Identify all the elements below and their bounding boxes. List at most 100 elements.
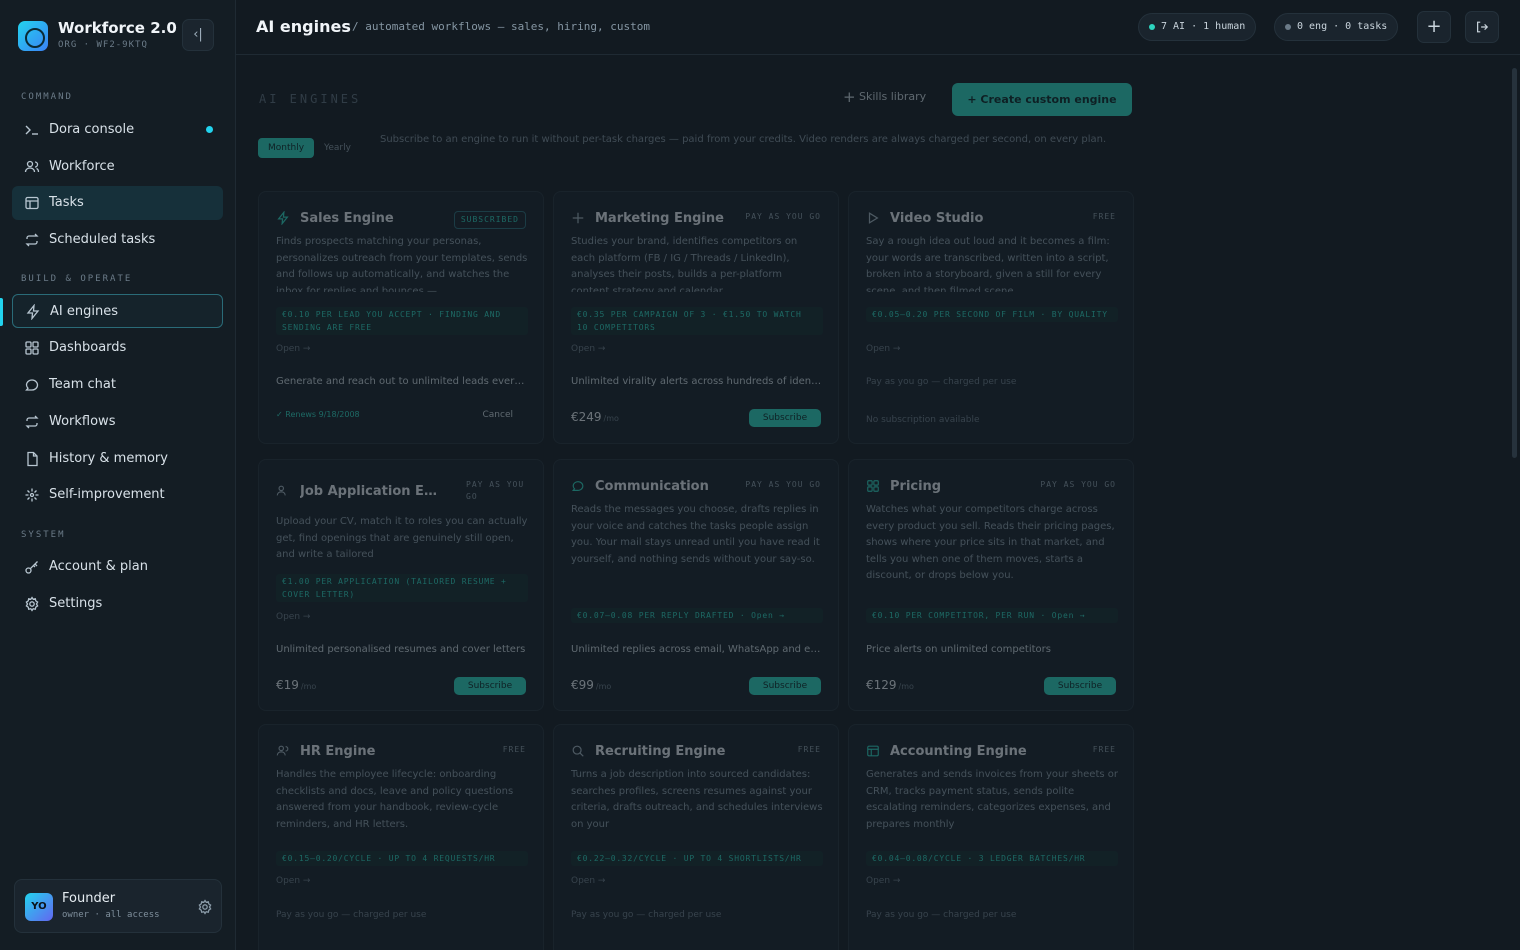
engine-pricing: €0.15–0.20/CYCLE · UP TO 4 REQUESTS/HR bbox=[276, 851, 528, 866]
open-link[interactable]: Open → bbox=[276, 612, 310, 622]
skills-library-button[interactable]: Skills library bbox=[843, 88, 926, 110]
sidebar-item-scheduled-tasks[interactable]: Scheduled tasks bbox=[12, 223, 223, 257]
billing-monthly-tab[interactable]: Monthly bbox=[258, 138, 315, 158]
engine-description: Watches what your competitors charge acr… bbox=[866, 504, 1115, 581]
collapse-sidebar-button[interactable]: ‹| bbox=[182, 19, 214, 51]
logout-button[interactable] bbox=[1465, 11, 1499, 43]
sidebar-item-label: Workforce bbox=[49, 159, 115, 174]
user-card[interactable]: YO Founder owner · all access bbox=[14, 879, 222, 933]
engine-description: Generates and sends invoices from your s… bbox=[866, 769, 1118, 830]
sidebar-item-workforce[interactable]: Workforce bbox=[12, 150, 223, 184]
status-badge-engines: 0 eng · 0 tasks bbox=[1274, 13, 1399, 41]
status-dot bbox=[206, 126, 213, 133]
sidebar-item-self-improvement[interactable]: Self-improvement bbox=[12, 478, 223, 512]
search-icon bbox=[571, 744, 585, 758]
status-badge: FREE bbox=[502, 745, 526, 754]
open-link[interactable]: Open → bbox=[276, 344, 310, 354]
scrollbar[interactable] bbox=[1512, 62, 1517, 942]
sidebar-item-team-chat[interactable]: Team chat bbox=[12, 368, 223, 402]
create-custom-engine-button[interactable]: + Create custom engine bbox=[952, 83, 1132, 116]
main-content: AI ENGINES Skills library + Create custo… bbox=[236, 56, 1520, 950]
page-title: AI engines bbox=[256, 17, 351, 36]
open-link[interactable]: Open → bbox=[571, 876, 605, 886]
section-label-build-operate: BUILD & OPERATE bbox=[21, 274, 133, 284]
section-label-command: COMMAND bbox=[21, 92, 73, 102]
play-icon bbox=[866, 211, 880, 225]
engine-title: Communication bbox=[595, 479, 709, 494]
sidebar-item-dashboards[interactable]: Dashboards bbox=[12, 331, 223, 365]
engine-card-hr[interactable]: HR Engine FREE Handles the employee life… bbox=[258, 724, 544, 950]
open-link[interactable]: Open → bbox=[866, 344, 900, 354]
sidebar-item-settings[interactable]: Settings bbox=[12, 587, 223, 621]
bolt-icon bbox=[25, 304, 41, 320]
engine-title: HR Engine bbox=[300, 744, 376, 759]
subscribe-button[interactable]: Subscribe bbox=[1044, 677, 1116, 695]
sidebar-item-history-memory[interactable]: History & memory bbox=[12, 442, 223, 476]
engine-card-sales[interactable]: Sales Engine SUBSCRIBED Finds prospects … bbox=[258, 191, 544, 444]
engine-price: €99/mo bbox=[571, 678, 611, 692]
grid-icon bbox=[866, 479, 880, 493]
grid-icon bbox=[24, 340, 40, 356]
price-period: /mo bbox=[300, 682, 317, 691]
engine-pricing: €0.05–0.20 PER SECOND OF FILM · BY QUALI… bbox=[866, 307, 1118, 322]
engine-card-job-application[interactable]: Job Application En... PAY AS YOU GO Uplo… bbox=[258, 459, 544, 711]
open-link[interactable]: Open → bbox=[276, 876, 310, 886]
sidebar-item-account-plan[interactable]: Account & plan bbox=[12, 550, 223, 584]
sidebar-item-label: Account & plan bbox=[49, 559, 148, 574]
brand-title: Workforce 2.0 bbox=[58, 19, 177, 37]
subscribe-button[interactable]: Subscribe bbox=[749, 677, 821, 695]
engine-feature: Unlimited personalised resumes and cover… bbox=[276, 644, 526, 655]
repeat-icon bbox=[24, 232, 40, 248]
sidebar-item-label: Dora console bbox=[49, 122, 135, 137]
scrollbar-thumb[interactable] bbox=[1512, 68, 1517, 458]
engine-card-communication[interactable]: Communication PAY AS YOU GO Reads the me… bbox=[553, 459, 839, 711]
table-icon bbox=[866, 744, 880, 758]
terminal-icon bbox=[24, 122, 40, 138]
add-button[interactable]: + bbox=[1417, 11, 1451, 43]
plus-icon: + bbox=[1426, 16, 1442, 37]
open-link[interactable]: Open → bbox=[866, 876, 900, 886]
billing-info: Subscribe to an engine to run it without… bbox=[380, 134, 1107, 145]
sidebar-item-tasks[interactable]: Tasks bbox=[12, 186, 223, 220]
sidebar-item-dora-console[interactable]: Dora console bbox=[12, 113, 223, 147]
engine-price: €19/mo bbox=[276, 678, 316, 692]
repeat-icon bbox=[24, 414, 40, 430]
subscribe-button[interactable]: Subscribe bbox=[749, 409, 821, 427]
open-link[interactable]: Open → bbox=[571, 344, 605, 354]
renewal-status: ✓ Renews 9/18/2008 bbox=[276, 410, 360, 419]
billing-yearly-tab[interactable]: Yearly bbox=[314, 138, 361, 158]
sidebar-item-ai-engines[interactable]: AI engines bbox=[12, 294, 223, 328]
section-label-system: SYSTEM bbox=[21, 530, 66, 540]
engine-card-marketing[interactable]: Marketing Engine PAY AS YOU GO Studies y… bbox=[553, 191, 839, 444]
engine-pricing: €0.35 PER CAMPAIGN OF 3 · €1.50 TO WATCH… bbox=[571, 307, 823, 335]
engine-feature: Unlimited replies across email, WhatsApp… bbox=[571, 644, 823, 655]
billing-toggle: Monthly Yearly bbox=[258, 138, 361, 158]
engine-card-recruiting[interactable]: Recruiting Engine FREE Turns a job descr… bbox=[553, 724, 839, 950]
engine-price: €249/mo bbox=[571, 410, 619, 424]
engine-card-accounting[interactable]: Accounting Engine FREE Generates and sen… bbox=[848, 724, 1134, 950]
status-badge: FREE bbox=[797, 745, 821, 754]
status-badge: PAY AS YOU GO bbox=[745, 480, 821, 489]
billing-note: Pay as you go — charged per use bbox=[276, 910, 427, 920]
price-period: /mo bbox=[898, 682, 914, 691]
engine-pricing: €0.10 PER COMPETITOR, PER RUN · Open → bbox=[866, 608, 1118, 623]
engine-pricing: €0.10 PER LEAD YOU ACCEPT · FINDING AND … bbox=[276, 307, 528, 335]
gear-icon[interactable] bbox=[197, 899, 213, 915]
sidebar-item-label: AI engines bbox=[50, 304, 118, 319]
status-badge: PAY AS YOU GO bbox=[745, 212, 821, 221]
sidebar-item-label: Settings bbox=[49, 596, 103, 611]
user-role: owner · all access bbox=[62, 910, 160, 920]
bolt-icon bbox=[276, 211, 290, 225]
breadcrumb: / automated workflows — sales, hiring, c… bbox=[352, 20, 651, 33]
subscribe-button[interactable]: Subscribe bbox=[454, 677, 526, 695]
sidebar-item-workflows[interactable]: Workflows bbox=[12, 405, 223, 439]
cancel-button[interactable]: Cancel bbox=[483, 410, 514, 420]
billing-note: Pay as you go — charged per use bbox=[571, 910, 722, 920]
sidebar-item-label: Team chat bbox=[49, 377, 116, 392]
engine-card-pricing[interactable]: Pricing PAY AS YOU GO Watches what your … bbox=[848, 459, 1134, 711]
sidebar-item-label: Self-improvement bbox=[49, 487, 165, 502]
engine-description: Reads the messages you choose, drafts re… bbox=[571, 504, 820, 565]
engine-description: Turns a job description into sourced can… bbox=[571, 769, 823, 830]
engine-description: Finds prospects matching your personas, … bbox=[276, 236, 528, 292]
engine-card-video-studio[interactable]: Video Studio FREE Say a rough idea out l… bbox=[848, 191, 1134, 444]
